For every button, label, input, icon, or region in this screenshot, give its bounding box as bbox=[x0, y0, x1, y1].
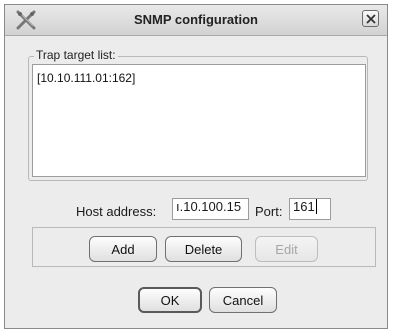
title-bar[interactable]: SNMP configuration bbox=[5, 5, 387, 36]
trap-target-legend: Trap target list: bbox=[34, 48, 118, 62]
trap-target-list[interactable]: [10.10.111.01:162] bbox=[32, 64, 366, 177]
ok-button[interactable]: OK bbox=[138, 287, 202, 313]
port-input[interactable]: 161 bbox=[289, 198, 331, 220]
cancel-button[interactable]: Cancel bbox=[209, 287, 277, 313]
host-address-value: ı.10.100.15 bbox=[176, 199, 242, 214]
close-icon bbox=[366, 14, 376, 24]
host-address-input[interactable]: ı.10.100.15 bbox=[172, 198, 249, 220]
list-item[interactable]: [10.10.111.01:162] bbox=[37, 71, 135, 85]
edit-button[interactable]: Edit bbox=[255, 236, 318, 262]
add-button[interactable]: Add bbox=[89, 236, 157, 262]
delete-button[interactable]: Delete bbox=[165, 236, 242, 262]
port-label: Port: bbox=[255, 204, 283, 219]
host-address-label: Host address: bbox=[76, 204, 157, 219]
close-button[interactable] bbox=[362, 10, 379, 27]
port-value: 161 bbox=[293, 199, 315, 214]
dialog-title: SNMP configuration bbox=[134, 12, 258, 27]
